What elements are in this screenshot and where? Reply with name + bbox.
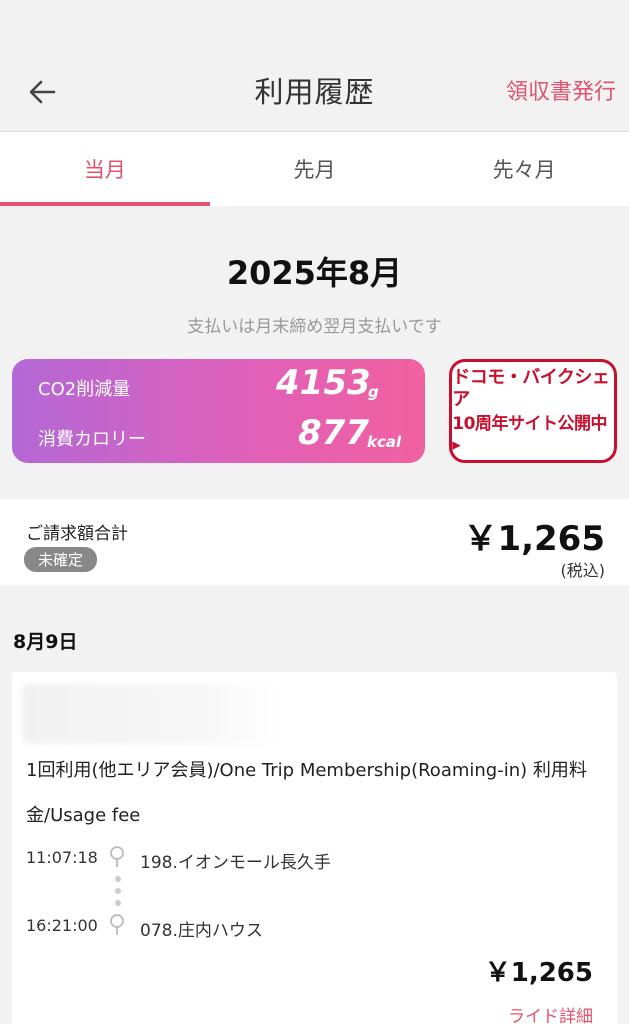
month-tabs: 当月 先月 先々月: [0, 132, 629, 206]
billing-summary: ご請求額合計 未確定 ￥1,265 (税込): [0, 499, 629, 585]
location-pin-icon: [110, 914, 124, 935]
eco-row: CO2削減量 4153 g 消費カロリー 877 kcal ドコモ・バイクシェア…: [0, 359, 629, 463]
end-time: 16:21:00: [26, 916, 98, 935]
blurred-info: [22, 684, 282, 744]
route-dot: [115, 876, 121, 882]
co2-value: 4153: [276, 363, 371, 403]
month-title: 2025年8月: [226, 254, 403, 292]
eco-stats-card: CO2削減量 4153 g 消費カロリー 877 kcal: [12, 359, 426, 463]
ride-plan-name: 1回利用(他エリア会員)/One Trip Membership(Roaming…: [26, 760, 587, 826]
month-section: 2025年8月 支払いは月末締め翌月支払いです: [0, 206, 629, 337]
back-button[interactable]: [22, 72, 62, 112]
status-bar-space: [0, 0, 629, 52]
route-dot: [115, 888, 121, 894]
tab-last-month[interactable]: 先月: [210, 132, 420, 206]
co2-unit: g: [368, 383, 379, 401]
promo-line-2: 10周年サイト公開中▸: [452, 414, 607, 455]
route-dot: [115, 900, 121, 906]
end-station: 078.庄内ハウス: [140, 921, 263, 941]
ride-card: 1回利用(他エリア会員)/One Trip Membership(Roaming…: [12, 672, 617, 1024]
status-badge: 未確定: [24, 547, 98, 572]
billing-amount: ￥1,265: [463, 519, 605, 559]
promo-line-1: ドコモ・バイクシェア: [452, 367, 610, 410]
billing-total-label: ご請求額合計: [26, 524, 128, 544]
ride-price: ￥1,265: [484, 958, 593, 988]
issue-receipt-button[interactable]: 領収書発行: [506, 74, 616, 106]
ride-date-header: 8月9日: [13, 631, 78, 653]
start-station: 198.イオンモール長久手: [140, 853, 331, 873]
calorie-unit: kcal: [367, 433, 402, 451]
co2-label: CO2削減量: [38, 379, 131, 400]
tab-current-month[interactable]: 当月: [0, 132, 210, 206]
payment-note: 支払いは月末締め翌月支払いです: [187, 317, 442, 337]
ride-detail-link[interactable]: ライド詳細: [508, 1002, 593, 1024]
arrow-left-icon: [29, 80, 56, 104]
tax-included-note: (税込): [560, 561, 606, 580]
page-title: 利用履歴: [254, 74, 375, 109]
tab-two-months-ago[interactable]: 先々月: [419, 132, 629, 206]
calorie-value: 877: [298, 413, 369, 453]
start-time: 11:07:18: [26, 848, 98, 867]
calorie-label: 消費カロリー: [38, 429, 146, 450]
app-header: 利用履歴 領収書発行: [0, 52, 629, 132]
usage-history-screen: 利用履歴 領収書発行 当月 先月 先々月 2025年8月 支払いは月末締め翌月支…: [0, 0, 629, 1024]
promo-banner[interactable]: ドコモ・バイクシェア 10周年サイト公開中▸: [449, 359, 617, 463]
location-pin-icon: [110, 846, 124, 867]
